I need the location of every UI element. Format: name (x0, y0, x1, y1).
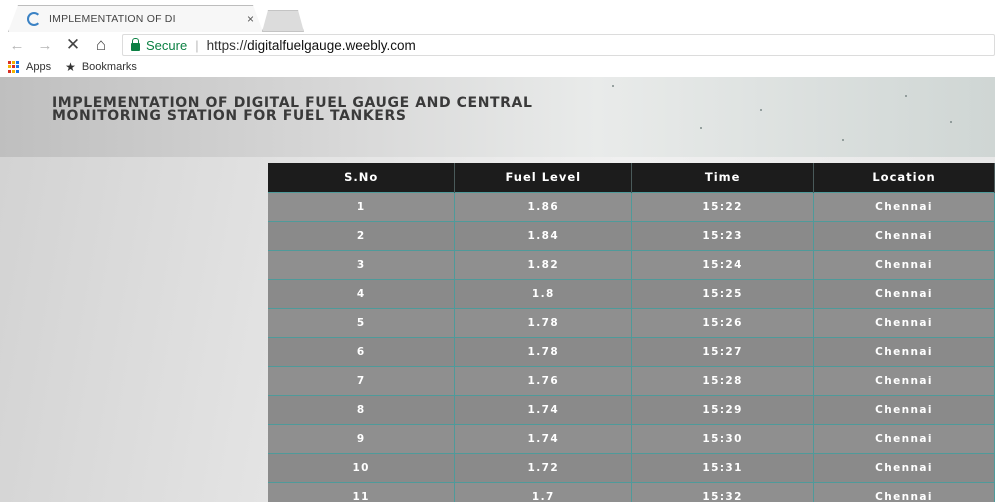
secure-label: Secure (146, 37, 188, 53)
home-icon[interactable]: ⌂ (90, 34, 112, 56)
new-tab-button[interactable] (262, 10, 304, 32)
cell-sno: 1 (268, 191, 456, 221)
cell-time: 15:24 (631, 249, 815, 279)
apps-grid-icon[interactable] (8, 61, 20, 73)
table-header-row: S.No Fuel Level Time Location (268, 163, 995, 192)
cell-location: Chennai (813, 394, 995, 424)
cell-location: Chennai (813, 481, 995, 502)
table-row: 8 1.74 15:29 Chennai (268, 394, 995, 424)
cell-sno: 5 (268, 307, 456, 337)
table-row: 11 1.7 15:32 Chennai (268, 481, 995, 502)
bookmarks-bar: Apps ★ Bookmarks (0, 57, 995, 77)
loading-spinner-icon (27, 12, 41, 26)
table-row: 6 1.78 15:27 Chennai (268, 336, 995, 366)
banner-speck (700, 127, 702, 129)
banner-speck (950, 121, 952, 123)
cell-location: Chennai (813, 220, 995, 250)
cell-time: 15:32 (631, 481, 815, 502)
cell-location: Chennai (813, 365, 995, 395)
page-title: IMPLEMENTATION OF DIGITAL FUEL GAUGE AND… (52, 95, 533, 124)
cell-sno: 11 (268, 481, 456, 502)
table-row: 10 1.72 15:31 Chennai (268, 452, 995, 482)
cell-sno: 2 (268, 220, 456, 250)
cell-location: Chennai (813, 336, 995, 366)
stop-loading-icon[interactable]: ✕ (62, 34, 84, 56)
apps-link[interactable]: Apps (26, 61, 51, 73)
cell-fuel-level: 1.78 (454, 307, 633, 337)
browser-tab[interactable]: IMPLEMENTATION OF DI × (8, 5, 263, 32)
cell-sno: 6 (268, 336, 456, 366)
banner-speck (612, 85, 614, 87)
cell-fuel-level: 1.7 (454, 481, 633, 502)
table-row: 1 1.86 15:22 Chennai (268, 191, 995, 221)
cell-time: 15:22 (631, 191, 815, 221)
cell-fuel-level: 1.74 (454, 423, 633, 453)
web-page: IMPLEMENTATION OF DIGITAL FUEL GAUGE AND… (0, 77, 995, 502)
cell-time: 15:28 (631, 365, 815, 395)
cell-time: 15:26 (631, 307, 815, 337)
cell-time: 15:31 (631, 452, 815, 482)
address-separator: | (195, 37, 199, 53)
banner-speck (905, 95, 907, 97)
column-header-sno: S.No (268, 163, 456, 192)
cell-fuel-level: 1.8 (454, 278, 633, 308)
cell-location: Chennai (813, 278, 995, 308)
cell-fuel-level: 1.84 (454, 220, 633, 250)
star-icon: ★ (65, 60, 76, 74)
cell-time: 15:27 (631, 336, 815, 366)
banner-speck (760, 109, 762, 111)
column-header-time: Time (631, 163, 815, 192)
cell-fuel-level: 1.74 (454, 394, 633, 424)
tab-close-icon[interactable]: × (247, 12, 254, 26)
cell-time: 15:23 (631, 220, 815, 250)
tab-strip: IMPLEMENTATION OF DI × (0, 0, 995, 33)
url-scheme: https:// (206, 37, 248, 53)
cell-sno: 8 (268, 394, 456, 424)
table-row: 2 1.84 15:23 Chennai (268, 220, 995, 250)
cell-sno: 10 (268, 452, 456, 482)
tab-title: IMPLEMENTATION OF DI (49, 13, 176, 25)
cell-sno: 3 (268, 249, 456, 279)
cell-time: 15:30 (631, 423, 815, 453)
cell-fuel-level: 1.86 (454, 191, 633, 221)
forward-arrow-icon[interactable]: → (34, 34, 56, 56)
table-row: 3 1.82 15:24 Chennai (268, 249, 995, 279)
cell-location: Chennai (813, 423, 995, 453)
cell-sno: 7 (268, 365, 456, 395)
cell-time: 15:25 (631, 278, 815, 308)
url-text[interactable]: https://digitalfuelgauge.weebly.com (207, 38, 416, 53)
address-bar[interactable]: Secure | https://digitalfuelgauge.weebly… (122, 34, 995, 56)
cell-fuel-level: 1.82 (454, 249, 633, 279)
cell-location: Chennai (813, 249, 995, 279)
banner-speck (842, 139, 844, 141)
browser-toolbar: ← → ✕ ⌂ Secure | https://digitalfuelgaug… (0, 33, 995, 57)
cell-location: Chennai (813, 191, 995, 221)
fuel-data-table: S.No Fuel Level Time Location 1 1.86 15:… (268, 163, 995, 502)
table-row: 4 1.8 15:25 Chennai (268, 278, 995, 308)
table-row: 9 1.74 15:30 Chennai (268, 423, 995, 453)
cell-fuel-level: 1.76 (454, 365, 633, 395)
cell-location: Chennai (813, 452, 995, 482)
cell-location: Chennai (813, 307, 995, 337)
bookmarks-link[interactable]: Bookmarks (82, 61, 137, 73)
cell-sno: 4 (268, 278, 456, 308)
cell-time: 15:29 (631, 394, 815, 424)
cell-fuel-level: 1.72 (454, 452, 633, 482)
column-header-fuel-level: Fuel Level (454, 163, 633, 192)
back-arrow-icon[interactable]: ← (6, 34, 28, 56)
url-host: digitalfuelgauge.weebly.com (247, 37, 416, 53)
cell-fuel-level: 1.78 (454, 336, 633, 366)
table-row: 5 1.78 15:26 Chennai (268, 307, 995, 337)
lock-icon (131, 37, 140, 51)
cell-sno: 9 (268, 423, 456, 453)
table-row: 7 1.76 15:28 Chennai (268, 365, 995, 395)
column-header-location: Location (813, 163, 995, 192)
